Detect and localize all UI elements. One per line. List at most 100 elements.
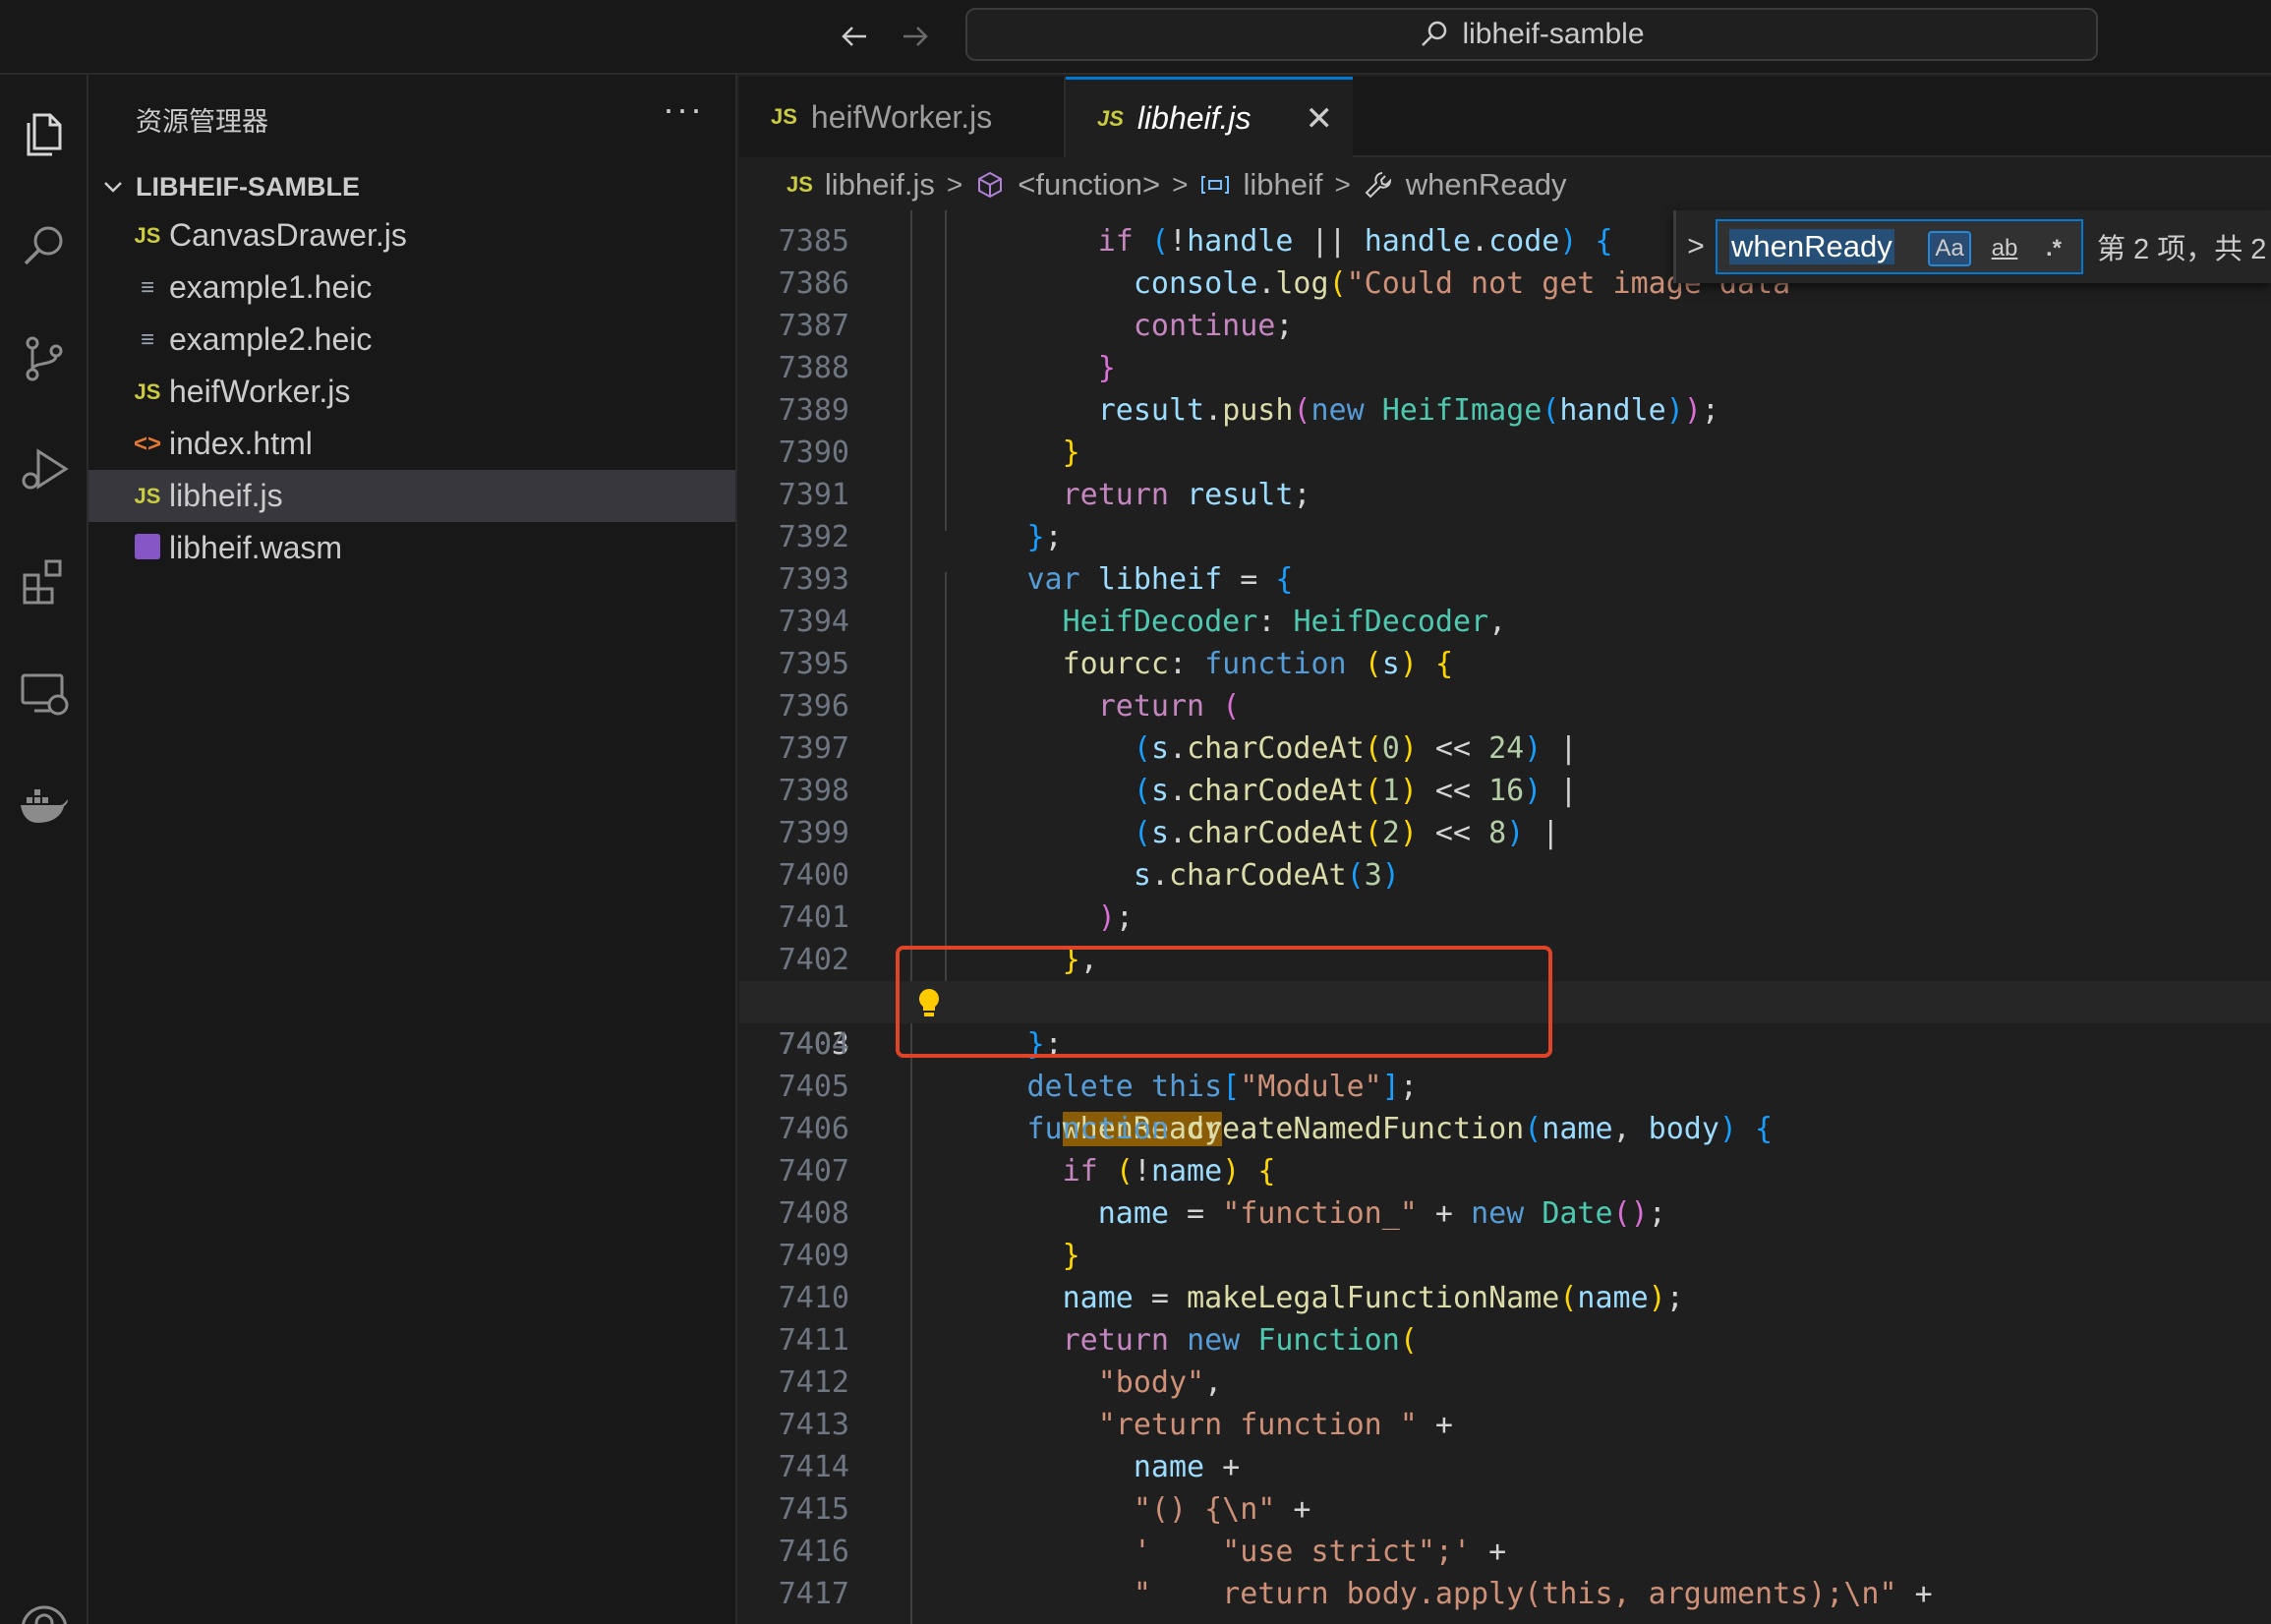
command-center-search[interactable]: libheif-samble xyxy=(965,8,2098,61)
code-line: 7399 (s.charCodeAt(2) << 8) | xyxy=(739,812,2271,854)
line-number: 7409 xyxy=(778,1239,849,1273)
line-number: 7413 xyxy=(778,1408,849,1442)
docker-button[interactable] xyxy=(0,761,88,849)
explorer-sidebar: 资源管理器 ··· LIBHEIF-SAMBLE JS CanvasDrawer… xyxy=(88,75,737,1624)
toggle-replace-button[interactable]: > xyxy=(1676,230,1716,263)
tab-libheif[interactable]: JS libheif.js ✕ xyxy=(1066,77,1353,157)
source-control-button[interactable] xyxy=(0,315,88,403)
find-input-value: whenReady xyxy=(1729,229,1894,264)
chevron-right-icon: > xyxy=(946,169,963,200)
js-file-icon: JS xyxy=(1097,105,1124,131)
code-line: 7417 " return body.apply(this, arguments… xyxy=(739,1573,2271,1615)
js-file-icon: JS xyxy=(134,483,161,508)
file-item-example1[interactable]: ≡ example1.heic xyxy=(88,261,735,314)
file-item-heifworker[interactable]: JS heifWorker.js xyxy=(88,366,735,418)
file-item-libheif-wasm[interactable]: libheif.wasm xyxy=(88,522,735,574)
run-debug-icon xyxy=(22,448,69,490)
line-number: 7412 xyxy=(778,1365,849,1400)
code-line: 7387 continue; xyxy=(739,305,2271,347)
line-number: 7410 xyxy=(778,1281,849,1315)
file-item-libheif-js[interactable]: JS libheif.js xyxy=(88,470,735,522)
files-icon xyxy=(27,113,62,156)
whole-word-toggle[interactable]: ab xyxy=(1983,231,2026,266)
regex-toggle[interactable]: .* xyxy=(2032,231,2075,266)
tab-heifworker[interactable]: JS heifWorker.js xyxy=(739,77,1066,157)
cube-icon xyxy=(978,171,1003,199)
workspace-folder-label: LIBHEIF-SAMBLE xyxy=(136,171,360,202)
code-line: 7410 name = makeLegalFunctionName(name); xyxy=(739,1277,2271,1319)
code-line: 7400 s.charCodeAt(3) xyxy=(739,854,2271,897)
find-input[interactable]: whenReady Aa ab .* xyxy=(1716,219,2083,274)
accounts-button[interactable] xyxy=(0,1585,88,1624)
file-name: example2.heic xyxy=(169,321,373,357)
breadcrumb: JS libheif.js > <function> > libheif > w… xyxy=(739,159,2271,210)
code-line: 7409 } xyxy=(739,1235,2271,1277)
file-name: CanvasDrawer.js xyxy=(169,217,407,253)
code-line: 7401 ); xyxy=(739,897,2271,939)
code-line: 7388 } xyxy=(739,347,2271,389)
code-line: 7396 return ( xyxy=(739,685,2271,727)
run-debug-button[interactable] xyxy=(0,425,88,513)
code-line: 7414 name + xyxy=(739,1446,2271,1488)
file-name: libheif.wasm xyxy=(169,530,343,565)
code-editor[interactable]: 7385 if (!handle || handle.code) { 7386 … xyxy=(739,210,2271,1624)
line-number: 7385 xyxy=(778,224,849,259)
file-name: libheif.js xyxy=(169,478,283,513)
arrow-left-icon xyxy=(842,27,866,46)
search-view-button[interactable] xyxy=(0,203,88,291)
chevron-down-icon xyxy=(104,182,122,193)
line-number: 7398 xyxy=(778,774,849,808)
code-line: 7413 "return function " + xyxy=(739,1404,2271,1446)
match-case-toggle[interactable]: Aa xyxy=(1928,231,1971,266)
search-icon xyxy=(1422,21,1447,46)
code-line: 7405 delete this["Module"]; xyxy=(739,1066,2271,1108)
breadcrumb-variable[interactable]: libheif xyxy=(1243,167,1322,203)
line-number: 7386 xyxy=(778,266,849,301)
code-line: 7391 return result; xyxy=(739,474,2271,516)
code-line: 7411 return new Function( xyxy=(739,1319,2271,1362)
search-icon xyxy=(24,226,63,265)
chevron-right-icon: > xyxy=(1334,169,1351,200)
back-button[interactable] xyxy=(830,12,879,61)
source-control-icon xyxy=(26,336,63,381)
code-line: 7412 "body", xyxy=(739,1362,2271,1404)
extensions-icon xyxy=(23,559,62,605)
line-number: 7417 xyxy=(778,1577,849,1611)
remote-explorer-icon xyxy=(21,673,69,716)
line-number: 7400 xyxy=(778,858,849,893)
line-number: 7397 xyxy=(778,731,849,766)
forward-button[interactable] xyxy=(891,12,940,61)
breadcrumb-property[interactable]: whenReady xyxy=(1406,167,1567,203)
code-line: 7397 (s.charCodeAt(0) << 24) | xyxy=(739,727,2271,770)
line-number: 7396 xyxy=(778,689,849,724)
arrow-right-icon xyxy=(903,27,928,46)
file-item-example2[interactable]: ≡ example2.heic xyxy=(88,314,735,366)
text-file-icon: ≡ xyxy=(140,273,154,301)
extensions-button[interactable] xyxy=(0,537,88,625)
line-number: 7405 xyxy=(778,1070,849,1104)
file-item-index-html[interactable]: <> index.html xyxy=(88,418,735,470)
line-number: 7411 xyxy=(778,1323,849,1358)
file-item-canvasdrawer[interactable]: JS CanvasDrawer.js xyxy=(88,209,735,261)
editor-tab-bar: JS heifWorker.js JS libheif.js ✕ xyxy=(739,77,2271,157)
remote-explorer-button[interactable] xyxy=(0,649,88,737)
workspace-folder[interactable]: LIBHEIF-SAMBLE xyxy=(100,167,360,206)
close-icon[interactable]: ✕ xyxy=(1306,99,1334,139)
breadcrumb-file[interactable]: libheif.js xyxy=(825,167,935,203)
code-line: 7390 } xyxy=(739,432,2271,474)
js-file-icon: JS xyxy=(771,104,797,129)
explorer-button[interactable] xyxy=(0,90,88,179)
more-actions-button[interactable]: ··· xyxy=(663,88,704,130)
js-file-icon: JS xyxy=(134,222,161,248)
code-line: 7389 result.push(new HeifImage(handle)); xyxy=(739,389,2271,432)
line-number: 7402 xyxy=(778,943,849,977)
file-name: heifWorker.js xyxy=(169,374,351,409)
code-line: 7394 HeifDecoder: HeifDecoder, xyxy=(739,601,2271,643)
code-line: 7395 fourcc: function (s) { xyxy=(739,643,2271,685)
line-number: 7414 xyxy=(778,1450,849,1484)
breadcrumb-function[interactable]: <function> xyxy=(1018,167,1160,203)
line-number: 7387 xyxy=(778,309,849,343)
code-line: 7392 }; xyxy=(739,516,2271,558)
title-bar: libheif-samble xyxy=(0,0,2271,75)
match-count: 第 2 项，共 2 xyxy=(2097,234,2267,265)
